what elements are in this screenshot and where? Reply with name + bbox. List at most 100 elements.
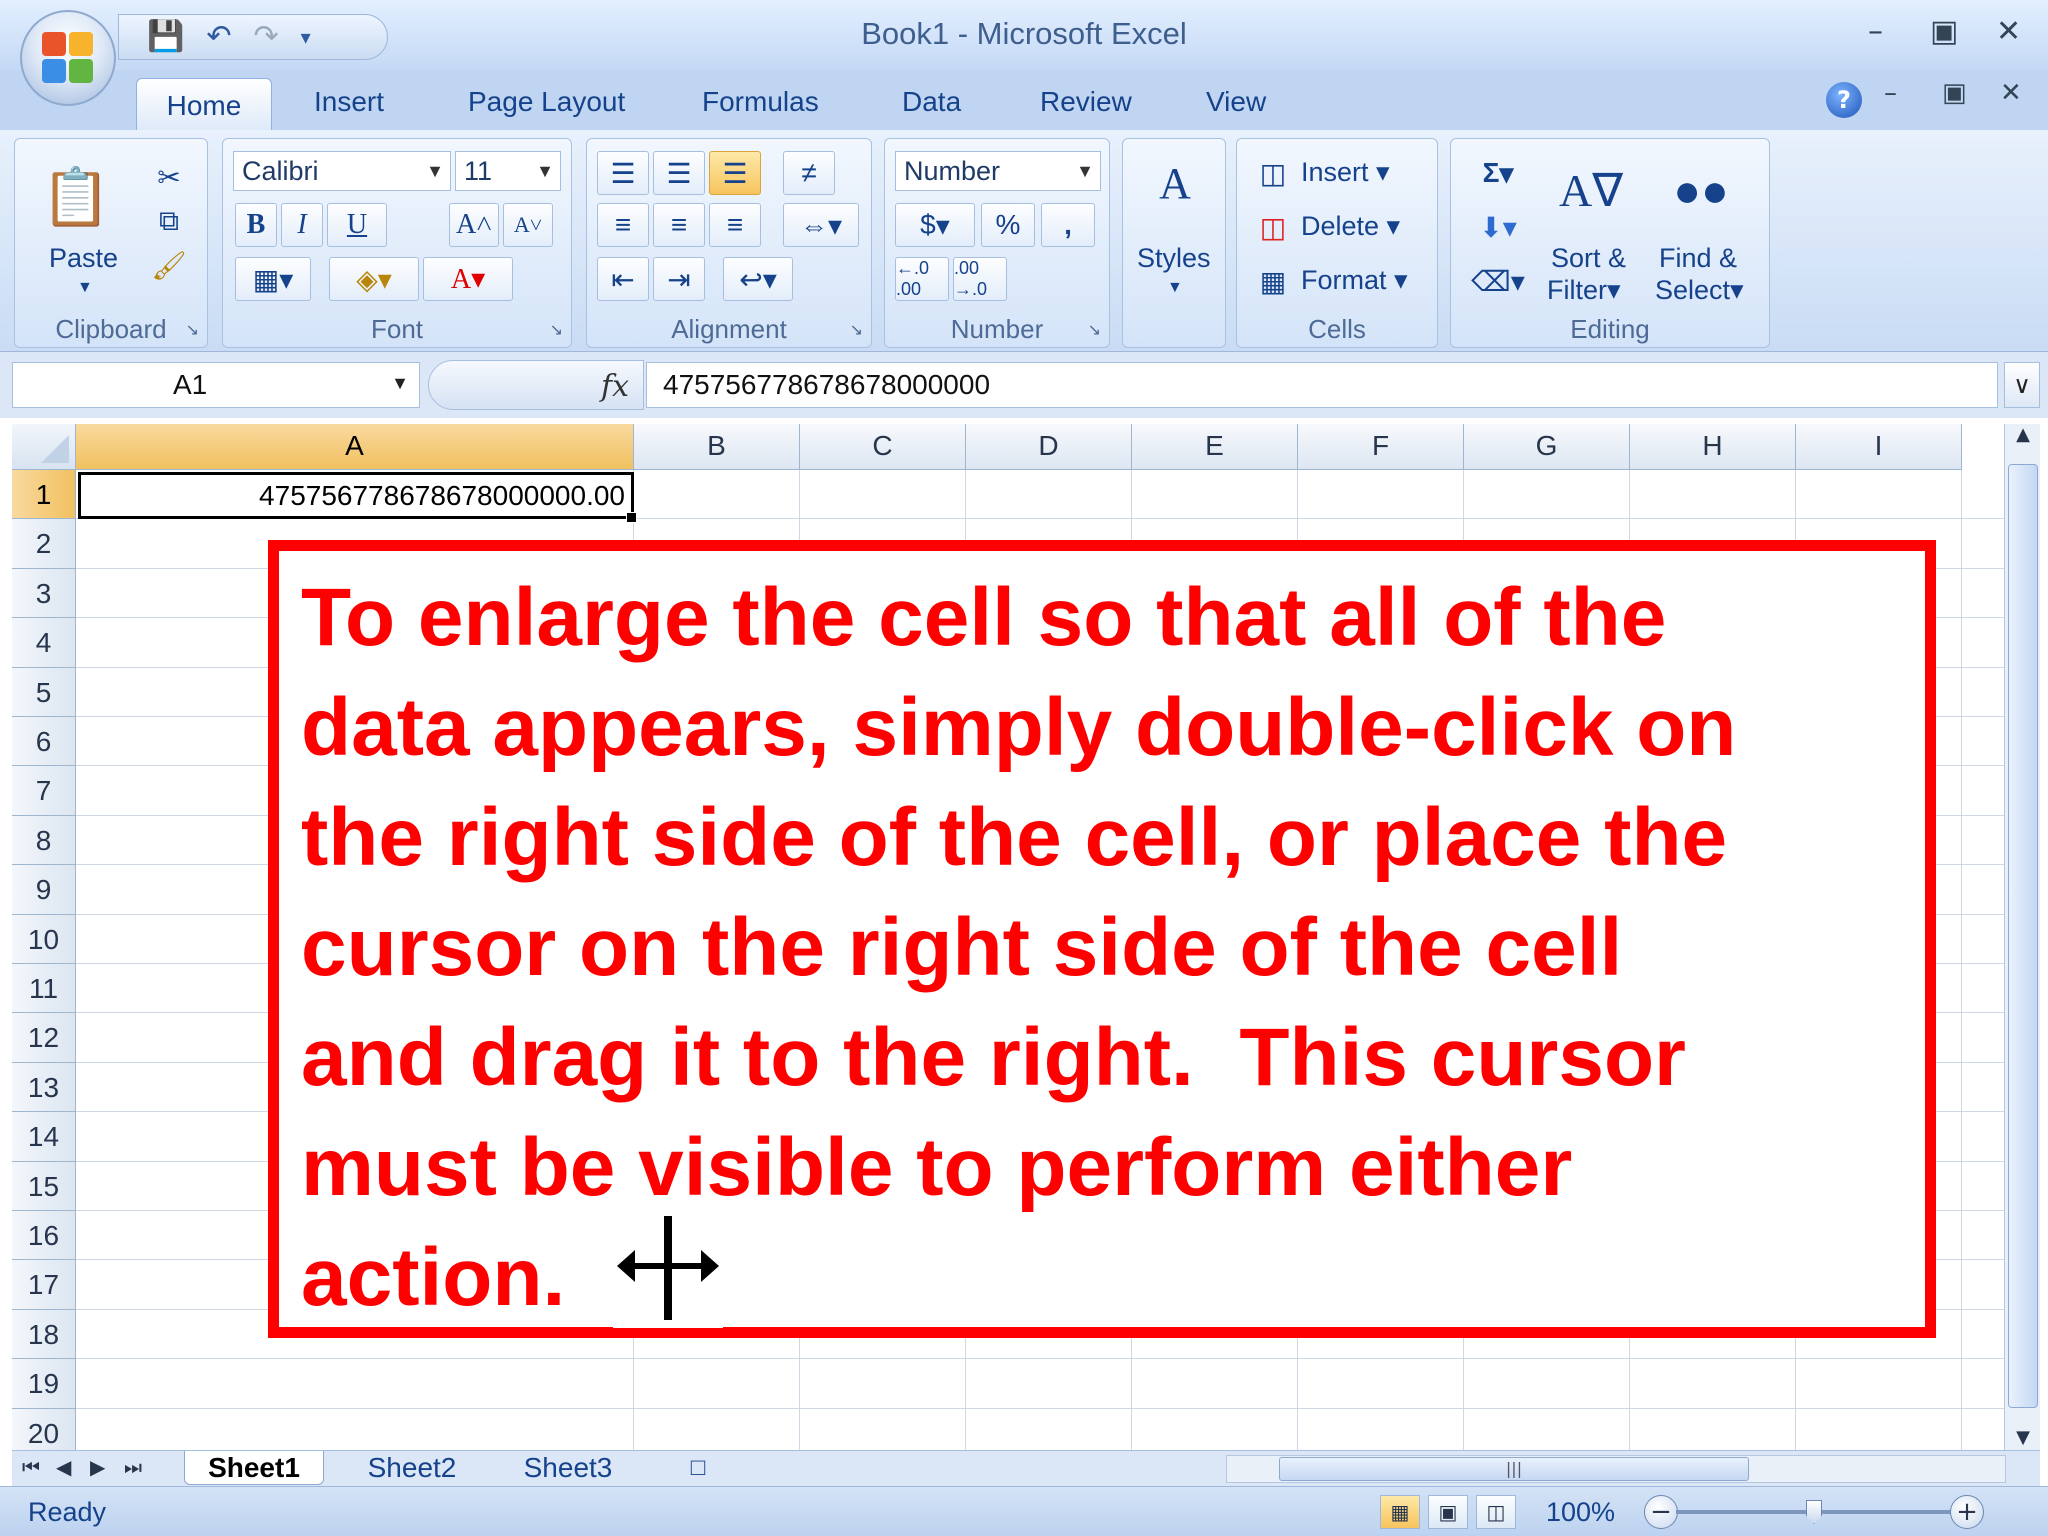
sort-filter-icon[interactable]: A∇ [1551, 153, 1631, 227]
first-sheet-icon[interactable]: ⏮ [22, 1455, 40, 1479]
name-box[interactable]: A1 ▼ [12, 362, 420, 408]
row-header-18[interactable]: 18 [12, 1309, 76, 1360]
zoom-level[interactable]: 100% [1546, 1497, 1615, 1528]
percent-button[interactable]: % [981, 203, 1035, 247]
row-header-8[interactable]: 8 [12, 815, 76, 866]
workbook-minimize-button[interactable]: – [1884, 78, 1897, 108]
horizontal-scrollbar[interactable]: ||| [1226, 1455, 2006, 1483]
last-sheet-icon[interactable]: ⏭ [124, 1455, 142, 1479]
row-header-10[interactable]: 10 [12, 914, 76, 964]
align-right-icon[interactable]: ≡ [709, 203, 761, 247]
column-header-f[interactable]: F [1298, 424, 1464, 470]
row-header-7[interactable]: 7 [12, 766, 76, 816]
cut-icon[interactable]: ✂ [149, 157, 189, 197]
format-cells-button[interactable]: Format ▾ [1301, 265, 1408, 296]
fill-handle[interactable] [626, 512, 637, 523]
close-button[interactable]: ✕ [1996, 14, 2021, 49]
row-header-11[interactable]: 11 [12, 964, 76, 1014]
sort-filter-label-line2[interactable]: Filter▾ [1547, 275, 1621, 306]
increase-indent-icon[interactable]: ⇥ [653, 257, 705, 301]
name-box-dropdown-icon[interactable]: ▼ [391, 373, 409, 394]
expand-formula-bar-icon[interactable]: ∨ [2004, 362, 2040, 408]
number-launcher-icon[interactable]: ↘ [1088, 320, 1101, 339]
office-button[interactable] [20, 10, 116, 106]
next-sheet-icon[interactable]: ▶ [90, 1455, 105, 1479]
page-break-view-icon[interactable]: ◫ [1476, 1495, 1516, 1529]
fill-icon[interactable]: ⬇▾ [1463, 207, 1533, 247]
row-header-12[interactable]: 12 [12, 1013, 76, 1063]
tab-page-layout[interactable]: Page Layout [468, 86, 625, 118]
orientation-icon[interactable]: ≠ [783, 151, 835, 195]
styles-group[interactable]: A Styles ▼ [1122, 138, 1226, 348]
borders-icon[interactable]: ▦▾ [235, 257, 311, 301]
insert-sheet-icon[interactable]: □ [668, 1451, 728, 1485]
clipboard-launcher-icon[interactable]: ↘ [186, 320, 199, 339]
paste-icon[interactable]: 📋 [41, 157, 111, 237]
number-format-combo[interactable]: Number ▼ [895, 151, 1101, 191]
row-header-15[interactable]: 15 [12, 1161, 76, 1211]
customize-icon[interactable]: ▾ [301, 27, 311, 47]
tab-insert[interactable]: Insert [314, 86, 384, 118]
find-select-icon[interactable]: ●● [1661, 153, 1741, 227]
column-header-g[interactable]: G [1464, 424, 1630, 470]
row-header-19[interactable]: 19 [12, 1359, 76, 1409]
bold-button[interactable]: B [235, 203, 277, 247]
underline-button[interactable]: U [327, 203, 387, 247]
save-icon[interactable]: 💾 [147, 22, 184, 52]
select-all-button[interactable] [12, 424, 76, 470]
sort-filter-label-line1[interactable]: Sort & [1551, 243, 1626, 274]
workbook-close-button[interactable]: ✕ [2000, 78, 2022, 108]
copy-icon[interactable]: ⧉ [149, 201, 189, 241]
tab-formulas[interactable]: Formulas [702, 86, 819, 118]
insert-cells-button[interactable]: Insert ▾ [1301, 157, 1390, 188]
zoom-out-icon[interactable]: − [1644, 1495, 1678, 1529]
vertical-scrollbar[interactable]: ▲ ▼ [2004, 424, 2040, 1450]
delete-cells-button[interactable]: Delete ▾ [1301, 211, 1400, 242]
format-painter-icon[interactable]: 🖌 [149, 245, 189, 285]
cell-a1[interactable]: 475756778678678000000.00 [78, 472, 634, 519]
merge-center-icon[interactable]: ⇔▾ [783, 203, 859, 247]
row-header-3[interactable]: 3 [12, 568, 76, 619]
restore-button[interactable]: ▣ [1930, 14, 1958, 49]
vertical-scroll-thumb[interactable] [2008, 464, 2038, 1408]
zoom-in-icon[interactable]: + [1950, 1495, 1984, 1529]
paste-label[interactable]: Paste [49, 243, 118, 274]
row-header-14[interactable]: 14 [12, 1112, 76, 1162]
workbook-restore-button[interactable]: ▣ [1942, 78, 1967, 108]
decrease-indent-icon[interactable]: ⇤ [597, 257, 649, 301]
fill-color-icon[interactable]: ◈▾ [329, 257, 419, 301]
row-header-13[interactable]: 13 [12, 1062, 76, 1113]
row-header-5[interactable]: 5 [12, 667, 76, 717]
page-layout-view-icon[interactable]: ▣ [1428, 1495, 1468, 1529]
insert-function-icon[interactable]: fx [601, 369, 629, 404]
zoom-slider-thumb[interactable] [1806, 1500, 1822, 1524]
font-name-combo[interactable]: Calibri ▼ [233, 151, 451, 191]
font-color-icon[interactable]: A▾ [423, 257, 513, 301]
formula-input[interactable]: 475756778678678000000 [646, 362, 1998, 408]
grow-font-icon[interactable]: A˄ [449, 203, 499, 247]
shrink-font-icon[interactable]: A˅ [503, 203, 553, 247]
column-header-i[interactable]: I [1796, 424, 1962, 470]
wrap-text-icon[interactable]: ↩▾ [723, 257, 793, 301]
column-header-h[interactable]: H [1630, 424, 1796, 470]
row-header-4[interactable]: 4 [12, 618, 76, 668]
row-header-2[interactable]: 2 [12, 519, 76, 569]
font-size-combo[interactable]: 11 ▼ [455, 151, 561, 191]
sheet-tab-sheet2[interactable]: Sheet2 [342, 1451, 482, 1485]
help-icon[interactable]: ? [1826, 82, 1862, 118]
find-select-label-line1[interactable]: Find & [1659, 243, 1737, 274]
scroll-down-icon[interactable]: ▼ [2005, 1427, 2041, 1448]
font-launcher-icon[interactable]: ↘ [550, 320, 563, 339]
column-header-b[interactable]: B [634, 424, 800, 470]
row-header-9[interactable]: 9 [12, 865, 76, 915]
horizontal-scroll-thumb[interactable]: ||| [1279, 1457, 1749, 1481]
minimize-button[interactable]: – [1868, 14, 1883, 49]
comma-button[interactable]: , [1041, 203, 1095, 247]
alignment-launcher-icon[interactable]: ↘ [850, 320, 863, 339]
tab-home[interactable]: Home [136, 78, 272, 136]
tab-view[interactable]: View [1206, 86, 1266, 118]
tab-data[interactable]: Data [902, 86, 961, 118]
redo-icon[interactable]: ↷ [254, 22, 279, 52]
row-header-6[interactable]: 6 [12, 717, 76, 767]
row-header-16[interactable]: 16 [12, 1211, 76, 1261]
